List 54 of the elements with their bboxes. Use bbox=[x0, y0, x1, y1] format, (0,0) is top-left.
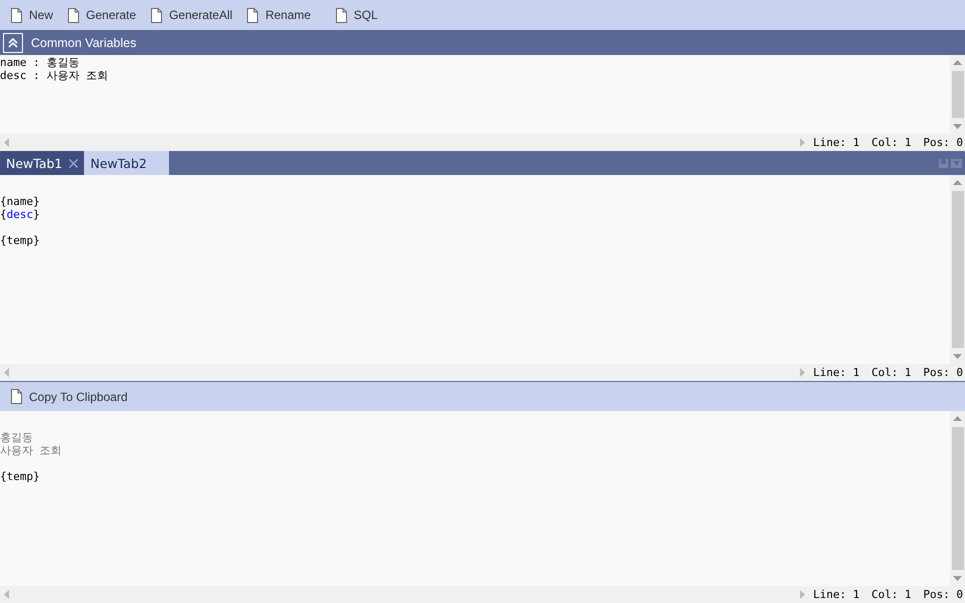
document-icon bbox=[246, 8, 260, 22]
editor-area[interactable]: 홍길동 사용자 조회 {temp} bbox=[0, 411, 965, 586]
code-line: 홍길동 bbox=[0, 431, 34, 444]
toolbar-button[interactable]: GenerateAll bbox=[146, 6, 236, 24]
scroll-right-icon bbox=[800, 368, 806, 377]
scroll-left-icon bbox=[4, 368, 9, 377]
vertical-scrollbar[interactable] bbox=[950, 175, 965, 364]
scroll-up-icon bbox=[953, 416, 962, 421]
document-icon bbox=[334, 8, 348, 22]
document-icon bbox=[10, 389, 23, 404]
status-text: Col: 1 bbox=[872, 588, 912, 601]
close-icon[interactable] bbox=[69, 158, 78, 168]
scroll-up-icon bbox=[953, 60, 962, 65]
code-line: 사용자 조회 bbox=[0, 444, 63, 457]
chevrons-icon bbox=[8, 36, 18, 48]
status-text: Line: 1 bbox=[813, 366, 860, 379]
document-icon bbox=[150, 8, 164, 22]
editor-area[interactable]: {name} {desc} {temp} bbox=[0, 175, 965, 364]
toolbar-button[interactable]: Rename bbox=[242, 6, 315, 24]
dropdown-icon[interactable] bbox=[951, 158, 962, 168]
toolbar-button[interactable]: Generate bbox=[63, 6, 140, 24]
code-line: desc : 사용자 조회 bbox=[0, 69, 109, 82]
editor-area[interactable]: name : 홍길동 desc : 사용자 조회 bbox=[0, 55, 965, 134]
scroll-left-icon bbox=[4, 590, 9, 599]
status-text: Pos: 0 bbox=[923, 366, 963, 379]
code-line: {temp} bbox=[0, 470, 41, 483]
tab[interactable]: NewTab1 bbox=[0, 151, 84, 175]
document-icon bbox=[10, 8, 23, 22]
toolbar-button[interactable]: SQL bbox=[330, 6, 382, 24]
code-line: {name} bbox=[0, 195, 41, 208]
scroll-down-icon bbox=[953, 124, 962, 129]
status-text: Pos: 0 bbox=[923, 136, 963, 149]
tab[interactable]: NewTab2 bbox=[84, 151, 169, 175]
panel-title: Common Variables bbox=[31, 36, 136, 50]
code-line: {temp} bbox=[0, 234, 41, 247]
status-text: Col: 1 bbox=[872, 136, 912, 149]
status-text: Pos: 0 bbox=[923, 588, 963, 601]
code-line: {desc} bbox=[0, 208, 41, 221]
vertical-scrollbar[interactable] bbox=[950, 55, 965, 134]
document-icon bbox=[67, 8, 80, 22]
collapse-button[interactable] bbox=[3, 32, 23, 52]
status-text: Line: 1 bbox=[813, 136, 860, 149]
scroll-up-icon bbox=[953, 180, 962, 185]
scroll-right-icon bbox=[800, 138, 806, 147]
code-line: name : 홍길동 bbox=[0, 56, 80, 69]
scroll-left-icon bbox=[4, 138, 9, 147]
status-text: Line: 1 bbox=[813, 588, 860, 601]
vertical-scrollbar[interactable] bbox=[950, 411, 965, 586]
scroll-right-icon bbox=[800, 590, 806, 599]
scroll-down-icon bbox=[953, 576, 962, 581]
toolbar-button[interactable]: New bbox=[6, 6, 58, 24]
status-text: Col: 1 bbox=[872, 366, 912, 379]
scroll-down-icon bbox=[953, 354, 962, 359]
toolbar-button[interactable]: Copy To Clipboard bbox=[6, 387, 132, 406]
